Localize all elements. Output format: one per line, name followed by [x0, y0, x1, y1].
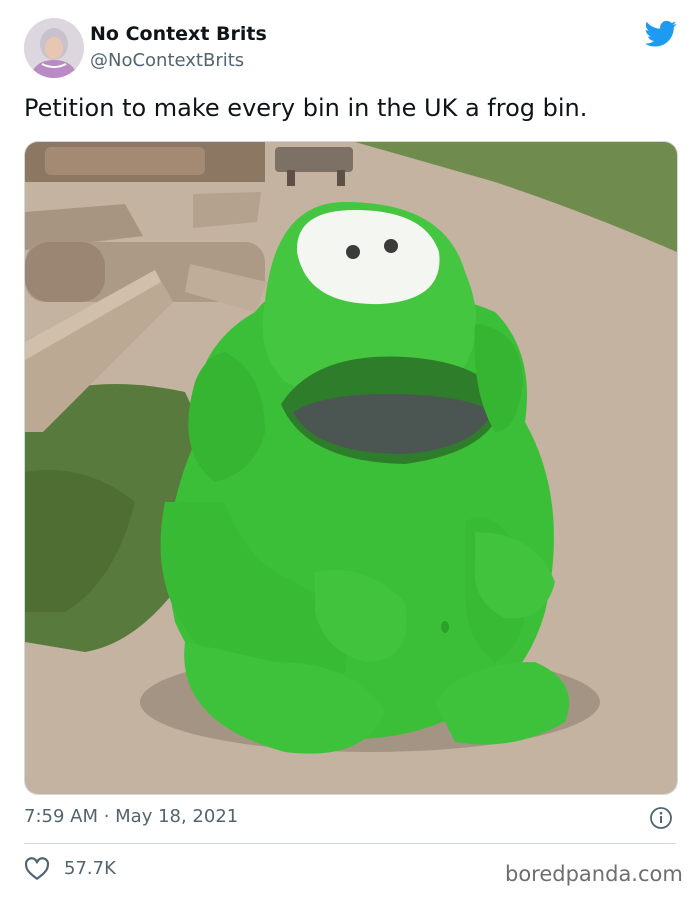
- user-handle[interactable]: @NoContextBrits: [90, 50, 244, 71]
- tweet-text: Petition to make every bin in the UK a f…: [24, 94, 588, 122]
- frog-bin-image: [25, 142, 677, 794]
- like-count[interactable]: 57.7K: [64, 858, 116, 879]
- watermark: boredpanda.com: [505, 862, 683, 886]
- info-icon[interactable]: [649, 806, 673, 830]
- tweet-photo[interactable]: [24, 141, 678, 795]
- heart-outline-icon[interactable]: [24, 857, 50, 881]
- avatar-image: [24, 18, 84, 78]
- tweet-timestamp[interactable]: 7:59 AM · May 18, 2021: [24, 806, 238, 827]
- display-name[interactable]: No Context Brits: [90, 23, 267, 45]
- avatar[interactable]: [24, 18, 84, 78]
- twitter-bird-icon[interactable]: [645, 20, 677, 48]
- divider: [24, 843, 676, 844]
